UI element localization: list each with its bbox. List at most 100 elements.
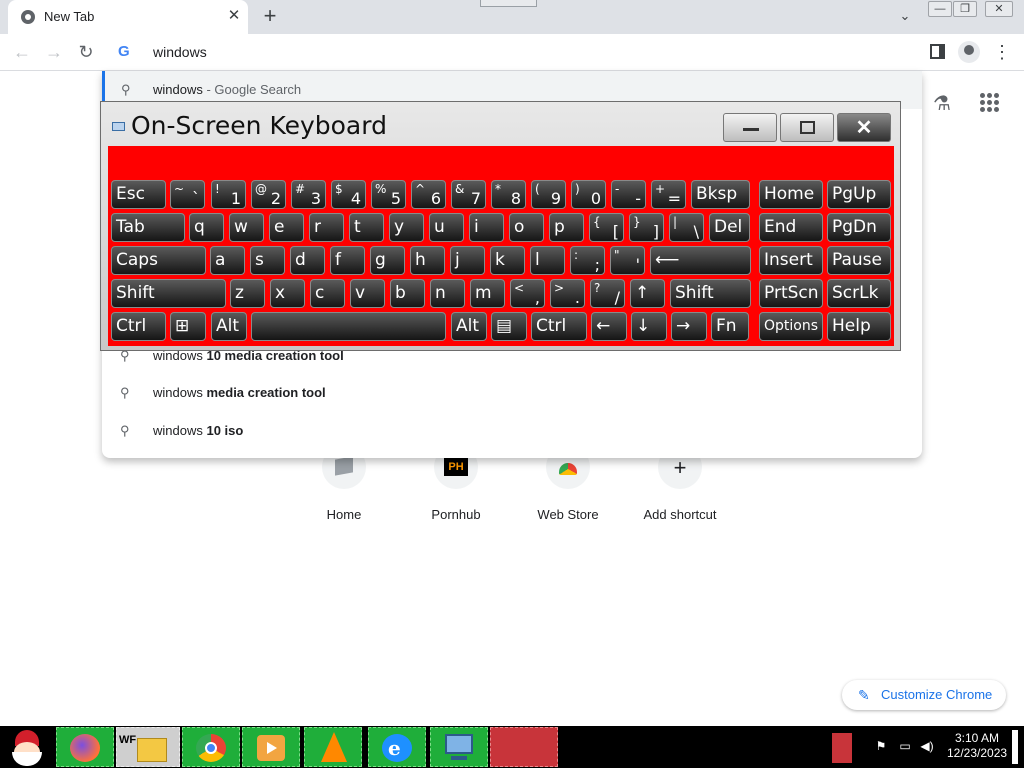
key-t[interactable]: t <box>349 213 384 242</box>
osk-restore-button[interactable] <box>780 113 834 142</box>
taskbar-overflow-slot[interactable] <box>832 733 852 763</box>
key-⊞[interactable]: ⊞ <box>170 312 206 341</box>
key-y[interactable]: y <box>389 213 424 242</box>
key-scrlk[interactable]: ScrLk <box>827 279 891 308</box>
key-l[interactable]: l <box>530 246 565 275</box>
key-u[interactable]: u <box>429 213 464 242</box>
restore-button[interactable]: ❐ <box>953 1 977 17</box>
key-end[interactable]: End <box>759 213 823 242</box>
key-1[interactable]: ! 1 <box>211 180 246 209</box>
key-c[interactable]: c <box>310 279 345 308</box>
key-alt[interactable]: Alt <box>211 312 247 341</box>
taskbar-computer-button[interactable] <box>430 727 488 767</box>
key-e[interactable]: e <box>269 213 304 242</box>
key-caps[interactable]: Caps <box>111 246 206 275</box>
key-alt[interactable]: Alt <box>451 312 487 341</box>
shortcut-label-home[interactable]: Home <box>294 507 394 522</box>
volume-tray-icon[interactable]: ◀) <box>920 739 934 753</box>
key-r[interactable]: r <box>309 213 344 242</box>
key-q[interactable]: q <box>189 213 224 242</box>
key-`[interactable]: ~ ` <box>170 180 205 209</box>
close-window-button[interactable]: ✕ <box>985 1 1013 17</box>
key-g[interactable]: g <box>370 246 405 275</box>
network-tray-icon[interactable]: ▭ <box>898 739 912 753</box>
key-9[interactable]: (9 <box>531 180 566 209</box>
key-4[interactable]: $4 <box>331 180 366 209</box>
clock-date[interactable]: 12/23/2023 <box>947 746 1007 760</box>
tab-close-icon[interactable]: ✕ <box>225 7 243 25</box>
key-prtscn[interactable]: PrtScn <box>759 279 823 308</box>
security-alert-tray-icon[interactable]: ⚑ <box>874 739 888 753</box>
taskbar-vlc-button[interactable] <box>304 727 362 767</box>
key-p[interactable]: p <box>549 213 584 242</box>
key-space[interactable] <box>251 312 446 341</box>
new-tab-button[interactable]: + <box>259 4 281 28</box>
key-⟵[interactable]: ⟵ <box>650 246 751 275</box>
key-ctrl[interactable]: Ctrl <box>531 312 587 341</box>
key-][interactable]: }] <box>629 213 664 242</box>
shortcut-label-web-store[interactable]: Web Store <box>518 507 618 522</box>
key-tab[interactable]: Tab <box>111 213 185 242</box>
taskbar-firefox-button[interactable] <box>56 727 114 767</box>
key-help[interactable]: Help <box>827 312 891 341</box>
key-pause[interactable]: Pause <box>827 246 891 275</box>
tab-new-tab[interactable]: New Tab ✕ <box>8 0 248 34</box>
key-z[interactable]: z <box>230 279 265 308</box>
key-7[interactable]: & 7 <box>451 180 486 209</box>
key-←[interactable]: ← <box>591 312 627 341</box>
key-j[interactable]: j <box>450 246 485 275</box>
taskbar-explorer-button[interactable]: WF <box>116 727 180 767</box>
labs-flask-icon[interactable]: ⚗ <box>930 92 954 116</box>
key-bksp[interactable]: Bksp <box>691 180 750 209</box>
suggestion-row[interactable]: ⚲ windows media creation tool <box>102 380 922 406</box>
key-ctrl[interactable]: Ctrl <box>111 312 166 341</box>
key-3[interactable]: #3 <box>291 180 326 209</box>
key-options[interactable]: Options <box>759 312 823 341</box>
key-6[interactable]: ^ 6 <box>411 180 446 209</box>
key-k[interactable]: k <box>490 246 525 275</box>
side-panel-icon[interactable] <box>930 44 945 59</box>
key-del[interactable]: Del <box>709 213 750 242</box>
window-drag-handle[interactable] <box>480 0 537 7</box>
key-insert[interactable]: Insert <box>759 246 823 275</box>
suggestion-row[interactable]: ⚲ windows 10 iso <box>102 418 922 444</box>
key-↑[interactable]: ↑ <box>630 279 665 308</box>
forward-button[interactable]: → <box>42 40 66 64</box>
key-8[interactable]: * 8 <box>491 180 526 209</box>
key-d[interactable]: d <box>290 246 325 275</box>
key-fn[interactable]: Fn <box>711 312 749 341</box>
key-shift[interactable]: Shift <box>111 279 226 308</box>
key-'[interactable]: " ' <box>610 246 645 275</box>
key-5[interactable]: % 5 <box>371 180 406 209</box>
reload-button[interactable]: ↻ <box>74 40 98 64</box>
chrome-menu-icon[interactable]: ⋮ <box>993 41 1011 63</box>
key-;[interactable]: :; <box>570 246 605 275</box>
osk-minimize-button[interactable] <box>723 113 777 142</box>
key-[[interactable]: {[ <box>589 213 624 242</box>
key-backslash[interactable]: | \ <box>669 213 704 242</box>
key-shift[interactable]: Shift <box>670 279 751 308</box>
key-0[interactable]: ) 0 <box>571 180 606 209</box>
key-pgdn[interactable]: PgDn <box>827 213 891 242</box>
key-s[interactable]: s <box>250 246 285 275</box>
key-f[interactable]: f <box>330 246 365 275</box>
omnibox-input[interactable]: windows <box>153 44 207 60</box>
key-o[interactable]: o <box>509 213 544 242</box>
key-a[interactable]: a <box>210 246 245 275</box>
key-→[interactable]: → <box>671 312 707 341</box>
show-desktop-button[interactable] <box>1012 730 1018 764</box>
key-esc[interactable]: Esc <box>111 180 166 209</box>
taskbar-empty-slot[interactable] <box>490 727 558 767</box>
clock-time[interactable]: 3:10 AM <box>955 731 999 745</box>
minimize-button[interactable]: — <box>928 1 952 17</box>
key-b[interactable]: b <box>390 279 425 308</box>
key-/[interactable]: ? / <box>590 279 625 308</box>
taskbar-ie-button[interactable]: e <box>368 727 426 767</box>
customize-chrome-button[interactable]: ✎ Customize Chrome <box>842 680 1006 710</box>
key-=[interactable]: + = <box>651 180 686 209</box>
key-v[interactable]: v <box>350 279 385 308</box>
taskbar-media-player-button[interactable] <box>242 727 300 767</box>
key-home[interactable]: Home <box>759 180 823 209</box>
key-,[interactable]: <, <box>510 279 545 308</box>
profile-avatar-icon[interactable] <box>958 41 980 63</box>
